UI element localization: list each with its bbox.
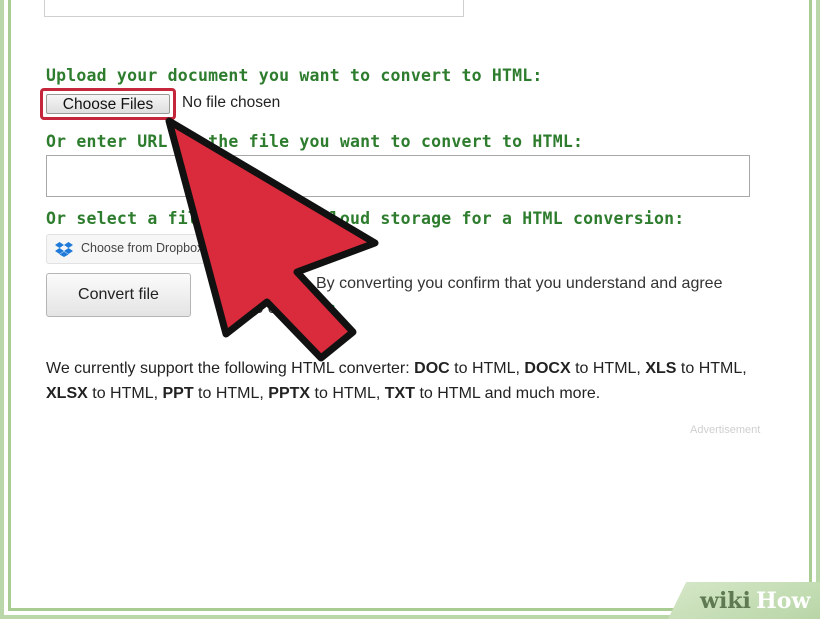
format-name: DOCX xyxy=(524,360,571,377)
terms-link[interactable]: terms xyxy=(295,300,335,317)
support-text-fragment: to HTML, xyxy=(87,385,163,402)
top-input-remnant[interactable] xyxy=(44,0,464,17)
watermark-wiki: wiki xyxy=(700,588,751,614)
advertisement-label: Advertisement xyxy=(690,424,761,436)
terms-line: to our terms xyxy=(250,300,335,318)
cloud-heading: Or select a file from your cloud storage… xyxy=(46,209,685,228)
support-text-fragment: to HTML, xyxy=(570,360,646,377)
support-text-fragment: to HTML and much more. xyxy=(415,385,601,402)
dropbox-icon xyxy=(55,242,73,257)
format-name: TXT xyxy=(384,385,415,402)
supported-formats-text: We currently support the following HTML … xyxy=(46,356,786,406)
support-text-fragment: to HTML, xyxy=(193,385,269,402)
url-heading: Or enter URL of the file you want to con… xyxy=(46,132,584,151)
support-text-fragment: to HTML, xyxy=(449,360,525,377)
agree-text: By converting you confirm that you under… xyxy=(316,275,723,292)
watermark-how: How xyxy=(756,588,811,614)
choose-files-button[interactable]: Choose Files xyxy=(46,94,170,114)
format-name: DOC xyxy=(414,360,450,377)
format-name: PPTX xyxy=(268,385,311,402)
file-status-text: No file chosen xyxy=(182,94,281,111)
format-name: XLSX xyxy=(46,385,88,402)
format-name: XLS xyxy=(645,360,677,377)
support-text-fragment: to HTML, xyxy=(310,385,385,402)
wikihow-watermark: wiki How xyxy=(668,582,820,619)
choose-files-highlight: Choose Files xyxy=(40,88,176,120)
convert-file-button[interactable]: Convert file xyxy=(46,273,191,317)
format-name: PPT xyxy=(162,385,194,402)
support-text-fragment: to HTML, xyxy=(676,360,747,377)
url-input[interactable] xyxy=(46,155,750,197)
dropbox-button[interactable]: Choose from Dropbox xyxy=(46,234,206,264)
terms-prefix: to our xyxy=(250,300,296,317)
upload-heading: Upload your document you want to convert… xyxy=(46,66,543,85)
support-text-fragment: We currently support the following HTML … xyxy=(46,360,415,377)
dropbox-label: Choose from Dropbox xyxy=(81,241,204,255)
